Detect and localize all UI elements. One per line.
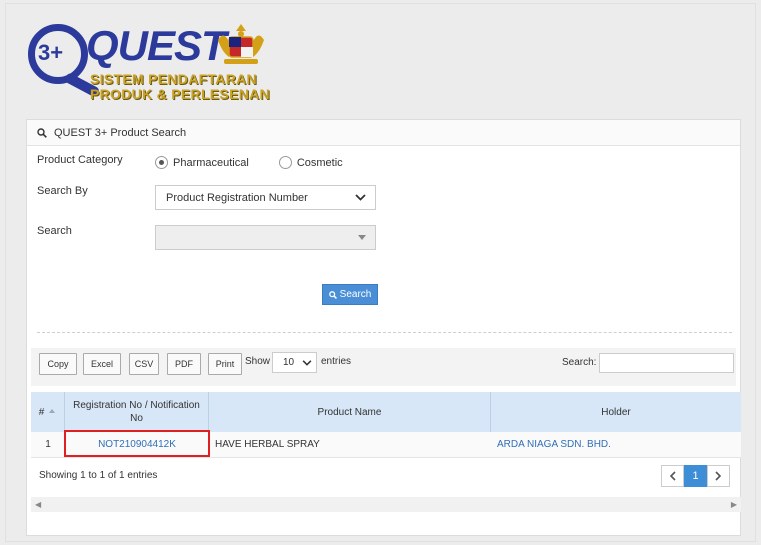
search-icon xyxy=(328,290,337,299)
page-1-button[interactable]: 1 xyxy=(684,465,707,487)
chevron-right-icon xyxy=(715,471,722,481)
copy-button[interactable]: Copy xyxy=(39,353,77,375)
table-info: Showing 1 to 1 of 1 entries xyxy=(39,470,158,481)
scroll-left-icon[interactable]: ◀ xyxy=(35,500,41,509)
chevron-left-icon xyxy=(669,471,676,481)
csv-button[interactable]: CSV xyxy=(129,353,159,375)
scroll-right-icon[interactable]: ▶ xyxy=(731,500,737,509)
search-label: Search xyxy=(37,224,72,237)
radio-pharmaceutical-label: Pharmaceutical xyxy=(173,156,249,169)
pagination: 1 xyxy=(661,465,730,487)
radio-button-unchecked[interactable] xyxy=(278,156,292,169)
page-length-select[interactable]: 10 xyxy=(272,352,317,373)
table-search-input[interactable] xyxy=(599,353,734,373)
chevron-down-icon xyxy=(355,194,366,201)
panel-title: QUEST 3+ Product Search xyxy=(54,126,187,139)
column-holder[interactable]: Holder xyxy=(491,392,741,432)
table-toolbar: Copy Excel CSV PDF Print Show 10 entries… xyxy=(31,348,736,386)
table-search-label: Search: xyxy=(562,357,597,368)
print-button[interactable]: Print xyxy=(208,353,242,375)
quest-logo: 3+ QUEST SISTEM PENDAFTARAN PRODUK & PER… xyxy=(24,18,284,108)
radio-pharmaceutical[interactable]: Pharmaceutical xyxy=(155,156,249,169)
divider xyxy=(37,332,732,333)
logo-subtitle-line2: PRODUK & PERLESENAN xyxy=(90,86,270,102)
logo-word: QUEST xyxy=(86,22,227,69)
product-search-panel: QUEST 3+ Product Search Product Category… xyxy=(26,119,741,536)
horizontal-scrollbar[interactable]: ◀ ▶ xyxy=(31,497,741,512)
pdf-button[interactable]: PDF xyxy=(167,353,201,375)
search-value-select[interactable] xyxy=(155,225,376,250)
logo-badge-text: 3+ xyxy=(38,40,64,65)
chevron-down-icon xyxy=(302,359,312,366)
column-registration-no[interactable]: Registration No / Notification No xyxy=(65,392,209,432)
cell-product-name: HAVE HERBAL SPRAY xyxy=(215,439,320,450)
next-page-button[interactable] xyxy=(707,465,730,487)
search-by-select[interactable]: Product Registration Number xyxy=(155,185,376,210)
column-index-label: # xyxy=(38,406,45,418)
excel-button[interactable]: Excel xyxy=(83,353,121,375)
radio-cosmetic[interactable]: Cosmetic xyxy=(278,156,343,169)
column-index[interactable]: # xyxy=(31,392,65,432)
column-product-name[interactable]: Product Name xyxy=(209,392,491,432)
entries-label: entries xyxy=(321,356,352,367)
radio-button-checked[interactable] xyxy=(155,156,168,169)
panel-heading: QUEST 3+ Product Search xyxy=(27,120,740,146)
malaysia-crest-icon xyxy=(218,24,264,64)
sort-icon xyxy=(49,409,56,413)
logo-subtitle: SISTEM PENDAFTARAN PRODUK & PERLESENAN xyxy=(90,72,270,102)
show-label: Show xyxy=(245,356,271,367)
cell-index: 1 xyxy=(45,439,51,450)
radio-cosmetic-label: Cosmetic xyxy=(296,156,343,169)
previous-page-button[interactable] xyxy=(661,465,684,487)
page: 3+ QUEST SISTEM PENDAFTARAN PRODUK & PER… xyxy=(5,3,756,542)
search-by-label: Search By xyxy=(37,184,88,197)
logo-subtitle-line1: SISTEM PENDAFTARAN xyxy=(90,71,257,87)
search-button[interactable]: Search xyxy=(322,284,378,305)
caret-down-icon xyxy=(358,235,366,240)
search-by-row: Search By Product Registration Number xyxy=(37,185,376,210)
category-label: Product Category xyxy=(37,153,123,166)
table-header: # Registration No / Notification No Prod… xyxy=(31,392,741,432)
cell-holder-link[interactable]: ARDA NIAGA SDN. BHD. xyxy=(491,432,741,457)
search-by-value: Product Registration Number xyxy=(166,191,308,204)
highlight-box xyxy=(64,430,210,457)
category-row: Product Category Pharmaceutical Cosmetic xyxy=(37,153,373,169)
search-button-label: Search xyxy=(339,289,372,300)
search-row: Search xyxy=(37,225,376,250)
page-length-value: 10 xyxy=(283,357,295,368)
search-icon xyxy=(37,127,47,138)
